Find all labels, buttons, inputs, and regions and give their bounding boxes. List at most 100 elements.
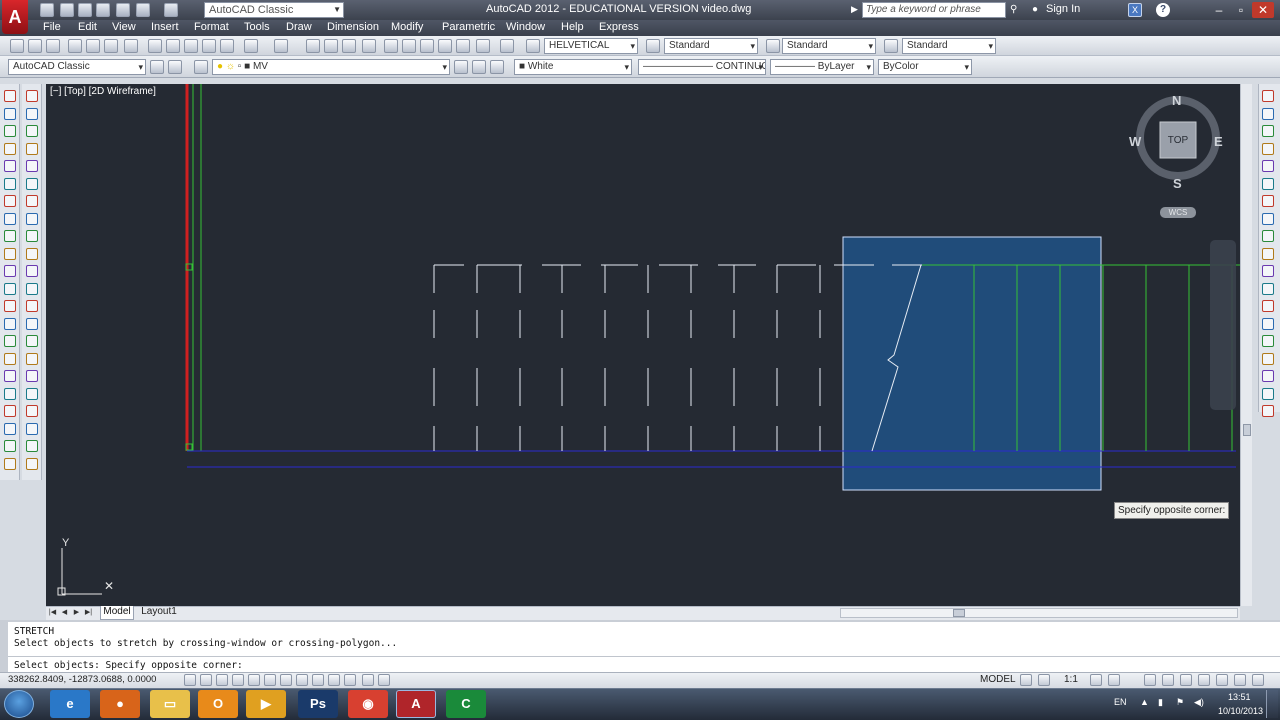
- redo-icon[interactable]: [164, 3, 178, 17]
- status-tool-9-icon[interactable]: [1216, 674, 1228, 686]
- qnew-icon[interactable]: [10, 39, 24, 53]
- model-space-toggle[interactable]: MODEL: [980, 674, 1016, 685]
- status-tool-11-icon[interactable]: [1252, 674, 1264, 686]
- paste-icon[interactable]: [184, 39, 198, 53]
- color-dropdown[interactable]: ■ White: [514, 59, 632, 75]
- modify-tool-6-icon[interactable]: [26, 177, 38, 190]
- dim-style-dropdown[interactable]: Standard: [664, 38, 758, 54]
- text-style-dropdown[interactable]: HELVETICAL: [544, 38, 638, 54]
- menu-tools[interactable]: Tools: [244, 21, 270, 33]
- menu-insert[interactable]: Insert: [151, 21, 179, 33]
- status-toggle-2-icon[interactable]: [200, 674, 212, 686]
- status-toggle-7-icon[interactable]: [280, 674, 292, 686]
- right-toolbar-tool-9-icon[interactable]: [1262, 230, 1274, 242]
- 3d-dwf-icon[interactable]: [124, 39, 138, 53]
- help-icon[interactable]: ?: [1156, 3, 1170, 17]
- right-toolbar-tool-4-icon[interactable]: [1262, 142, 1274, 155]
- modify-tool-1-icon[interactable]: [26, 90, 38, 102]
- right-toolbar-tool-17-icon[interactable]: [1262, 370, 1274, 382]
- explorer-folder-icon[interactable]: ▭: [150, 690, 190, 718]
- properties-icon[interactable]: [384, 39, 398, 53]
- clock-date[interactable]: 10/10/2013: [1218, 706, 1263, 716]
- menu-parametric[interactable]: Parametric: [442, 21, 495, 33]
- draw-tool-22-icon[interactable]: [4, 457, 16, 470]
- draw-tool-3-icon[interactable]: [4, 125, 16, 137]
- linetype-dropdown[interactable]: ——————— CONTINUOUS: [638, 59, 766, 75]
- app-menu-button[interactable]: A: [2, 0, 28, 34]
- cut-icon[interactable]: [148, 39, 162, 53]
- draw-tool-13-icon[interactable]: [4, 300, 16, 312]
- draw-tool-8-icon[interactable]: [4, 212, 16, 225]
- copy-icon[interactable]: [166, 39, 180, 53]
- text-style-icon[interactable]: [526, 39, 540, 53]
- right-toolbar-tool-13-icon[interactable]: [1262, 300, 1274, 312]
- compass-north[interactable]: N: [1172, 93, 1181, 108]
- zoom-realtime-icon[interactable]: [324, 39, 338, 53]
- right-toolbar-tool-18-icon[interactable]: [1262, 387, 1274, 400]
- right-toolbar-tool-16-icon[interactable]: [1262, 352, 1274, 365]
- workspace-dropdown[interactable]: AutoCAD Classic ▼: [204, 2, 344, 18]
- plot-preview-icon[interactable]: [86, 39, 100, 53]
- autocad-taskbar-icon[interactable]: A: [396, 690, 436, 718]
- draw-tool-14-icon[interactable]: [4, 317, 16, 330]
- workspace-switch-icon[interactable]: [168, 60, 182, 74]
- draw-tool-7-icon[interactable]: [4, 195, 16, 207]
- match-properties-icon[interactable]: [202, 39, 216, 53]
- start-button[interactable]: [4, 690, 34, 718]
- ie-icon[interactable]: e: [50, 690, 90, 718]
- modify-tool-12-icon[interactable]: [26, 282, 38, 295]
- close-icon[interactable]: ✕: [1252, 2, 1274, 18]
- media-player-icon[interactable]: ▶: [246, 690, 286, 718]
- volume-icon[interactable]: ◀): [1194, 697, 1204, 708]
- status-tool-10-icon[interactable]: [1234, 674, 1246, 686]
- new-file-icon[interactable]: [40, 3, 54, 17]
- plot-icon[interactable]: [116, 3, 130, 17]
- draw-tool-16-icon[interactable]: [4, 352, 16, 365]
- vertical-scrollbar[interactable]: [1240, 84, 1252, 606]
- status-toggle-6-icon[interactable]: [264, 674, 276, 686]
- save-as-icon[interactable]: [96, 3, 110, 17]
- pan-icon[interactable]: [306, 39, 320, 53]
- modify-tool-11-icon[interactable]: [26, 265, 38, 277]
- plotstyle-dropdown[interactable]: ByColor: [878, 59, 972, 75]
- tab-model[interactable]: Model: [100, 606, 134, 620]
- tab-next-icon[interactable]: ▶: [72, 608, 81, 618]
- status-tool-4-icon[interactable]: [1108, 674, 1120, 686]
- open-icon[interactable]: [28, 39, 42, 53]
- help-search-input[interactable]: Type a keyword or phrase: [862, 2, 1006, 18]
- clock-time[interactable]: 13:51: [1228, 692, 1251, 702]
- tab-layout1[interactable]: Layout1: [136, 606, 182, 620]
- layer-states-icon[interactable]: [490, 60, 504, 74]
- table-style-dropdown[interactable]: Standard: [782, 38, 876, 54]
- dim-style-icon[interactable]: [646, 39, 660, 53]
- status-tool-5-icon[interactable]: [1144, 674, 1156, 686]
- draw-tool-9-icon[interactable]: [4, 230, 16, 242]
- chrome-icon[interactable]: ◉: [348, 690, 388, 718]
- publish-icon[interactable]: [104, 39, 118, 53]
- draw-tool-2-icon[interactable]: [4, 107, 16, 120]
- right-toolbar-tool-15-icon[interactable]: [1262, 335, 1274, 347]
- status-toggle-3-icon[interactable]: [216, 674, 228, 686]
- multileader-style-icon[interactable]: [884, 39, 898, 53]
- right-toolbar-tool-8-icon[interactable]: [1262, 212, 1274, 225]
- save-icon[interactable]: [46, 39, 60, 53]
- language-indicator[interactable]: EN: [1114, 697, 1127, 707]
- sign-in-button[interactable]: Sign In: [1046, 3, 1080, 15]
- modify-tool-10-icon[interactable]: [26, 247, 38, 260]
- status-toggle-10-icon[interactable]: [328, 674, 340, 686]
- modify-tool-20-icon[interactable]: [26, 422, 38, 435]
- modify-tool-15-icon[interactable]: [26, 335, 38, 347]
- tab-first-icon[interactable]: |◀: [48, 608, 57, 618]
- modify-tool-13-icon[interactable]: [26, 300, 38, 312]
- drawing-geometry[interactable]: ✕: [46, 84, 1240, 606]
- menu-edit[interactable]: Edit: [78, 21, 97, 33]
- status-toggle-1-icon[interactable]: [184, 674, 196, 686]
- tray-arrow-icon[interactable]: ▲: [1140, 697, 1149, 707]
- sheet-set-icon[interactable]: [438, 39, 452, 53]
- make-current-layer-icon[interactable]: [454, 60, 468, 74]
- layer-properties-icon[interactable]: [194, 60, 208, 74]
- status-tool-8-icon[interactable]: [1198, 674, 1210, 686]
- status-toggle-13-icon[interactable]: [378, 674, 390, 686]
- modify-tool-8-icon[interactable]: [26, 212, 38, 225]
- menu-express[interactable]: Express: [599, 21, 639, 33]
